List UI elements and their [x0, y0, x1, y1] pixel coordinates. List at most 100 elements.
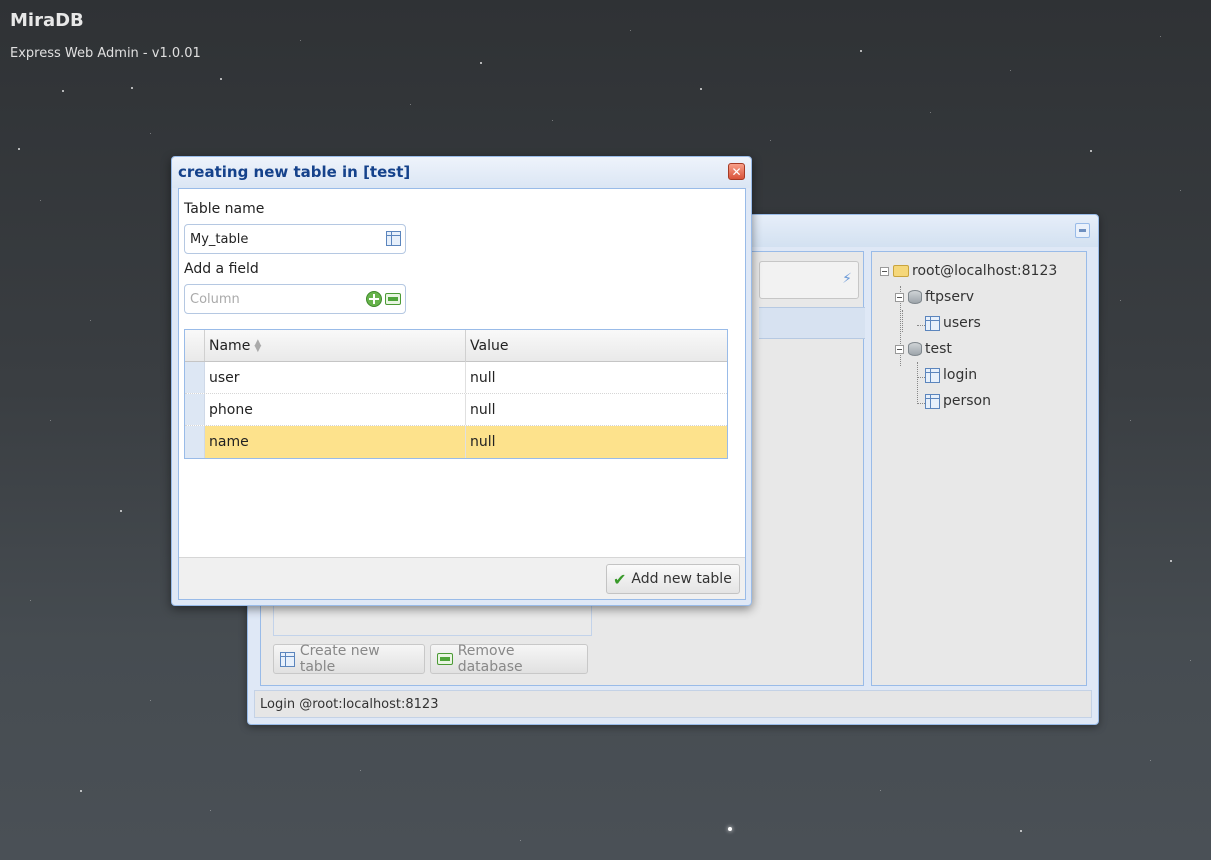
- app-title: MiraDB: [10, 10, 84, 31]
- tree-node-label: person: [943, 393, 991, 409]
- column-input[interactable]: Column: [184, 284, 406, 314]
- tree-node-database-test[interactable]: test: [895, 341, 952, 357]
- row-number: [185, 394, 205, 425]
- folder-icon: [893, 265, 909, 277]
- column-header-name[interactable]: Name ▲ ▼: [205, 330, 466, 362]
- tree-line: [917, 362, 918, 404]
- dialog-header[interactable]: creating new table in [test] ✕: [172, 157, 751, 188]
- column-header-label: Value: [470, 338, 509, 354]
- star: [1190, 660, 1191, 661]
- remove-field-icon[interactable]: [385, 293, 401, 305]
- star: [210, 810, 211, 811]
- add-field-label: Add a field: [184, 261, 259, 277]
- star: [552, 120, 553, 121]
- add-new-table-button[interactable]: ✔ Add new table: [606, 564, 740, 594]
- panel-header-strip: [759, 307, 865, 339]
- add-field-icon[interactable]: [366, 291, 382, 307]
- remove-database-button[interactable]: Remove database: [430, 643, 588, 675]
- star: [770, 140, 771, 141]
- star: [1090, 150, 1092, 152]
- close-icon: ✕: [731, 164, 742, 179]
- star: [1130, 420, 1131, 421]
- database-icon: [908, 342, 922, 356]
- star: [360, 770, 361, 771]
- create-table-dialog: creating new table in [test] ✕ Table nam…: [171, 156, 752, 606]
- tree-line: [917, 403, 925, 404]
- tree-node-table-person[interactable]: person: [925, 393, 991, 409]
- star: [410, 104, 411, 105]
- star: [1150, 760, 1151, 761]
- tree-line: [902, 310, 903, 332]
- add-new-table-label: Add new table: [631, 571, 732, 587]
- tree-node-label: login: [943, 367, 978, 383]
- star: [480, 62, 482, 64]
- tree-node-label: root@localhost:8123: [912, 263, 1058, 279]
- star: [18, 148, 20, 150]
- cell-value[interactable]: null: [466, 426, 727, 458]
- star: [1120, 300, 1121, 301]
- create-table-button[interactable]: Create new table: [273, 643, 425, 675]
- star: [90, 320, 91, 321]
- star: [1180, 190, 1181, 191]
- collapse-icon[interactable]: [880, 266, 889, 276]
- collapse-icon[interactable]: [895, 292, 904, 302]
- app-subtitle: Express Web Admin - v1.0.01: [10, 46, 201, 61]
- column-header-label: Name: [209, 338, 251, 354]
- star: [80, 790, 82, 792]
- table-row[interactable]: user null: [185, 362, 727, 394]
- table-name-input[interactable]: My_table: [184, 224, 406, 254]
- cell-value[interactable]: null: [466, 362, 727, 393]
- star: [520, 840, 521, 841]
- cell-name[interactable]: phone: [205, 394, 466, 425]
- database-icon: [908, 290, 922, 304]
- sort-icon[interactable]: ▲ ▼: [254, 339, 261, 354]
- table-row-selected[interactable]: name null: [185, 426, 727, 458]
- star: [860, 50, 862, 52]
- tree-node-table-login[interactable]: login: [925, 367, 977, 383]
- table-icon: [925, 315, 940, 331]
- star: [880, 790, 881, 791]
- table-icon: [280, 651, 295, 667]
- grid-header: Name ▲ ▼ Value: [185, 330, 727, 362]
- star: [30, 600, 31, 601]
- dialog-footer: ✔ Add new table: [179, 557, 745, 599]
- collapse-icon[interactable]: [895, 344, 904, 354]
- lightning-icon[interactable]: ⚡: [842, 271, 852, 287]
- table-name-value: My_table: [190, 231, 249, 247]
- star: [150, 133, 151, 134]
- remove-database-label: Remove database: [457, 643, 523, 675]
- tree-node-label: users: [943, 315, 981, 331]
- star: [50, 420, 51, 421]
- table-row[interactable]: phone null: [185, 394, 727, 426]
- table-icon: [925, 367, 940, 383]
- star: [220, 78, 222, 80]
- cell-value[interactable]: null: [466, 394, 727, 425]
- star: [1010, 70, 1011, 71]
- panel-toolbar: ⚡: [759, 261, 859, 299]
- star: [120, 510, 122, 512]
- row-number: [185, 362, 205, 393]
- star: [700, 88, 702, 90]
- database-tree-panel: root@localhost:8123 ftpserv users test l…: [871, 251, 1087, 686]
- column-header-value[interactable]: Value: [466, 330, 727, 362]
- star: [930, 112, 931, 113]
- field-icons: [366, 291, 401, 307]
- table-icon: [925, 393, 940, 409]
- close-button[interactable]: ✕: [728, 163, 745, 180]
- field-icons: [386, 231, 401, 246]
- star: [150, 700, 151, 701]
- table-name-label: Table name: [184, 201, 265, 217]
- status-text: Login @root:localhost:8123: [260, 696, 439, 712]
- tree-node-root[interactable]: root@localhost:8123: [880, 263, 1057, 279]
- star: [1160, 36, 1161, 37]
- cell-name[interactable]: user: [205, 362, 466, 393]
- tree-node-database-ftpserv[interactable]: ftpserv: [895, 289, 974, 305]
- tree-line: [917, 377, 925, 378]
- star: [630, 30, 631, 31]
- create-table-label: Create new table: [299, 643, 380, 675]
- tree-node-table-users[interactable]: users: [925, 315, 981, 331]
- cell-name[interactable]: name: [205, 426, 466, 458]
- dialog-title: creating new table in [test]: [178, 163, 411, 181]
- minimize-button[interactable]: [1075, 223, 1090, 238]
- check-icon: ✔: [613, 569, 627, 589]
